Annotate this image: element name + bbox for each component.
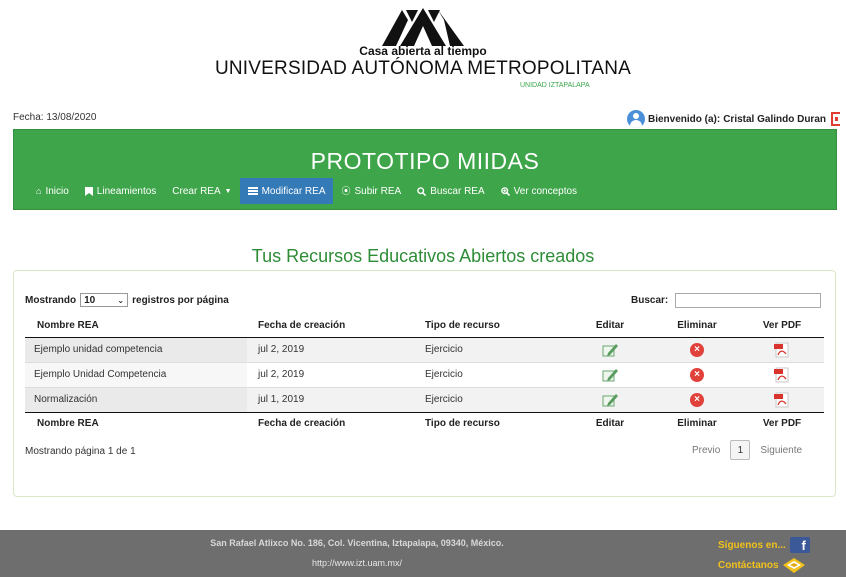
page-length-value: 10 — [84, 294, 96, 306]
cell-type: Ejercicio — [414, 387, 566, 412]
table-row: Ejemplo unidad competencia jul 2, 2019 E… — [25, 337, 824, 362]
nav-item-label: Crear REA — [172, 185, 221, 197]
upload-circle-icon: ⦿ — [341, 185, 351, 196]
follow-label: Síguenos en... — [718, 539, 786, 551]
caret-down-icon: ▼ — [224, 187, 232, 195]
nav-item-label: Modificar REA — [261, 185, 326, 197]
logo-tagline: Casa abierta al tiempo — [359, 44, 487, 58]
search-label: Buscar: — [631, 295, 669, 306]
delete-icon[interactable]: × — [690, 367, 704, 382]
mail-icon — [782, 558, 805, 573]
column-footer-editar: Editar — [595, 417, 625, 429]
facebook-icon[interactable]: f — [789, 537, 810, 553]
nav-item-lineamientos[interactable]: Lineamientos — [77, 178, 164, 204]
nav-item-label: Lineamientos — [96, 185, 157, 197]
home-icon: ⌂ — [36, 185, 42, 196]
column-header-eliminar[interactable]: Eliminar — [654, 315, 740, 337]
nav-item-label: Ver conceptos — [513, 185, 578, 197]
nav-item-buscar-rea[interactable]: Buscar REA — [409, 178, 492, 204]
uam-logo-mark — [382, 8, 464, 46]
nav-item-subir-rea[interactable]: ⦿ Subir REA — [333, 178, 409, 204]
page-title: Tus Recursos Educativos Abiertos creados — [251, 246, 595, 266]
footer-follow-link[interactable]: Síguenos en... f — [718, 537, 810, 553]
university-name: UNIVERSIDAD AUTÓNOMA METROPOLITANA — [214, 58, 632, 79]
nav-item-modificar-rea[interactable]: Modificar REA — [239, 178, 334, 204]
column-header-fecha[interactable]: Fecha de creación — [247, 315, 414, 337]
edit-icon[interactable] — [602, 343, 618, 357]
edit-icon[interactable] — [602, 368, 618, 382]
page: Casa abierta al tiempo UNIVERSIDAD AUTÓN… — [0, 0, 846, 577]
main-navbar: PROTOTIPO MIIDAS ⌂ Inicio Lineamientos C… — [13, 129, 837, 210]
contact-label: Contáctanos — [718, 560, 779, 571]
footer-contact-link[interactable]: Contáctanos — [718, 558, 805, 573]
navbar-title: PROTOTIPO MIIDAS — [310, 148, 540, 174]
nav-item-label: Subir REA — [354, 185, 402, 197]
table-row: Ejemplo Unidad Competencia jul 2, 2019 E… — [25, 362, 824, 387]
list-icon — [247, 187, 258, 195]
welcome-label: Bienvenido (a): — [647, 113, 721, 125]
footer-address: San Rafael Atlixco No. 186, Col. Vicenti… — [210, 538, 504, 548]
pdf-icon[interactable] — [774, 342, 790, 358]
cell-date: jul 2, 2019 — [258, 369, 305, 380]
pagination-next[interactable]: Siguiente — [750, 445, 812, 456]
pagination-page-1[interactable]: 1 — [730, 440, 751, 460]
column-footer-nombre: Nombre REA — [37, 417, 99, 429]
welcome-user: Bienvenido (a): Cristal Galindo Duran — [626, 110, 840, 128]
nav-item-inicio[interactable]: ⌂ Inicio — [28, 178, 77, 204]
column-footer-tipo: Tipo de recurso — [425, 417, 500, 429]
cell-type: Ejercicio — [414, 337, 566, 362]
column-header-pdf[interactable]: Ver PDF — [740, 315, 824, 337]
cell-name: Ejemplo Unidad Competencia — [25, 362, 247, 387]
table-header-row: Nombre REA Fecha de creación Tipo de rec… — [25, 315, 824, 337]
navbar-items: ⌂ Inicio Lineamientos Crear REA ▼ Modifi… — [28, 178, 585, 204]
edit-icon[interactable] — [602, 393, 618, 407]
page-length-select[interactable]: 10 ⌄ — [80, 293, 129, 307]
column-footer-eliminar: Eliminar — [677, 417, 717, 429]
nav-item-ver-conceptos[interactable]: Ver conceptos — [493, 178, 585, 204]
cell-name: Ejemplo unidad competencia — [25, 337, 247, 362]
rea-table: Nombre REA Fecha de creación Tipo de rec… — [25, 315, 824, 434]
pagination: Previo 1 Siguiente — [682, 440, 812, 460]
chevron-down-icon: ⌄ — [117, 295, 125, 305]
footer-url-link[interactable]: http://www.izt.uam.mx/ — [0, 558, 714, 568]
pdf-icon[interactable] — [774, 367, 790, 383]
page-length-control: Mostrando 10 ⌄ registros por página — [25, 293, 229, 307]
column-footer-pdf: Ver PDF — [762, 417, 802, 429]
length-suffix: registros por página — [132, 294, 229, 306]
zoom-icon — [500, 186, 510, 196]
cell-name: Normalización — [25, 387, 247, 412]
nav-item-label: Inicio — [45, 185, 69, 197]
user-name: Cristal Galindo Duran — [723, 113, 826, 125]
unit-name: UNIDAD IZTAPALAPA — [520, 82, 590, 89]
table-info: Mostrando página 1 de 1 — [25, 446, 136, 457]
site-footer: San Rafael Atlixco No. 186, Col. Vicenti… — [0, 530, 846, 577]
bookmark-icon — [84, 186, 93, 196]
current-date: Fecha: 13/08/2020 — [13, 112, 97, 123]
column-header-tipo[interactable]: Tipo de recurso — [414, 315, 566, 337]
rea-panel: Mostrando 10 ⌄ registros por página Busc… — [13, 270, 836, 497]
length-prefix: Mostrando — [25, 294, 77, 306]
delete-icon[interactable]: × — [690, 392, 704, 407]
cell-date: jul 2, 2019 — [247, 337, 414, 362]
cell-date: jul 1, 2019 — [247, 387, 414, 412]
table-search: Buscar: — [631, 293, 822, 308]
pagination-previous[interactable]: Previo — [682, 445, 730, 456]
column-header-nombre[interactable]: Nombre REA — [25, 315, 247, 337]
search-icon — [417, 186, 427, 196]
pdf-icon[interactable] — [774, 392, 790, 408]
logout-icon[interactable] — [831, 112, 840, 126]
user-icon — [626, 110, 645, 128]
delete-icon[interactable]: × — [690, 342, 704, 357]
column-footer-fecha: Fecha de creación — [258, 417, 346, 429]
search-input[interactable] — [675, 293, 822, 308]
table-footer-row: Nombre REA Fecha de creación Tipo de rec… — [25, 412, 824, 434]
nav-item-crear-rea[interactable]: Crear REA ▼ — [164, 178, 239, 204]
table-row: Normalización jul 1, 2019 Ejercicio × — [25, 387, 824, 412]
nav-item-label: Buscar REA — [430, 185, 485, 197]
cell-type: Ejercicio — [425, 369, 463, 380]
column-header-editar[interactable]: Editar — [566, 315, 654, 337]
